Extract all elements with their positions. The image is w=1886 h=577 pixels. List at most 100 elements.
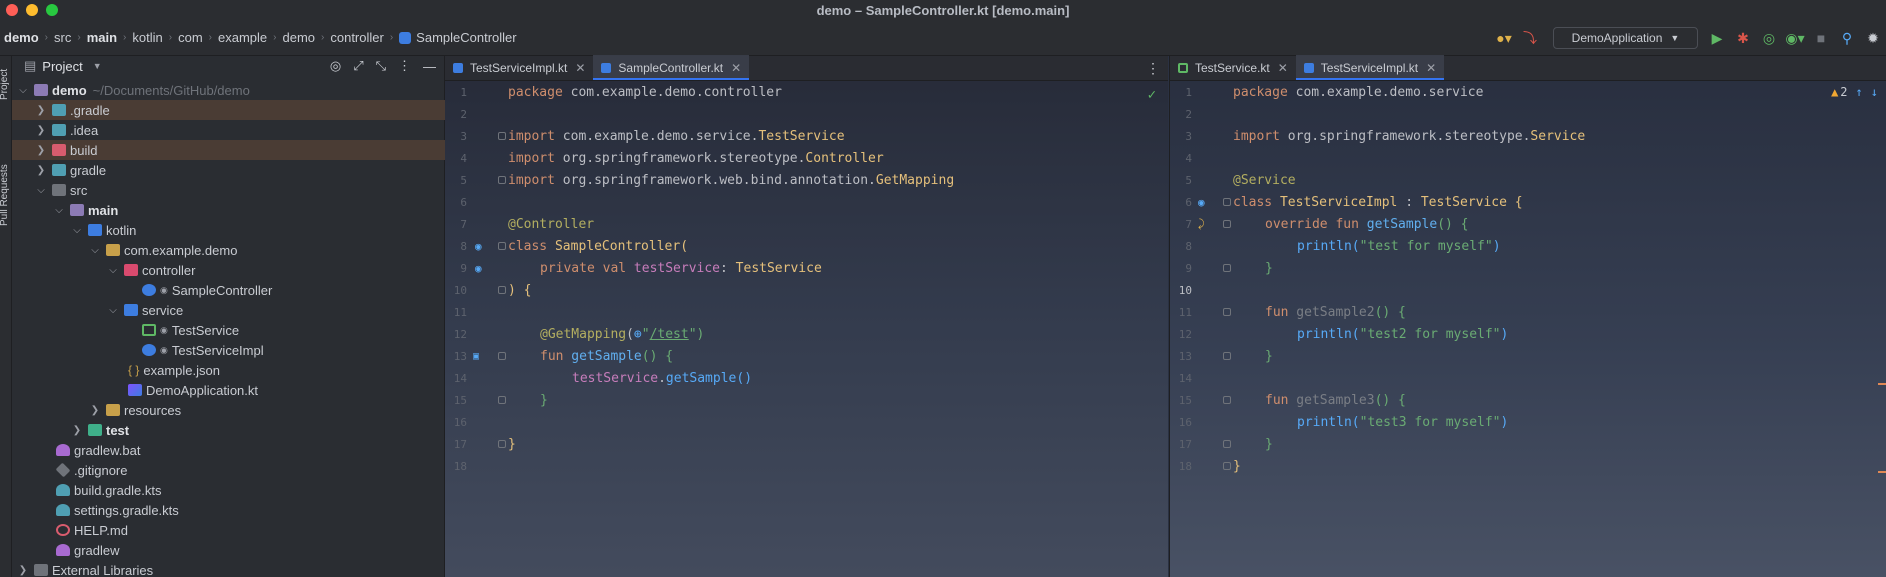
- breadcrumb-item[interactable]: controller: [330, 30, 383, 45]
- breadcrumb-item[interactable]: com: [178, 30, 203, 45]
- chevron-down-icon[interactable]: ⌵: [106, 305, 120, 316]
- breadcrumb-item[interactable]: src: [54, 30, 71, 45]
- chevron-down-icon[interactable]: ⌵: [88, 245, 102, 256]
- code-with-me-icon[interactable]: ●▾: [1491, 25, 1517, 51]
- tab-testservice[interactable]: TestService.kt ✕: [1170, 55, 1296, 80]
- fold-icon[interactable]: [498, 440, 506, 448]
- chevron-right-icon[interactable]: ❯: [34, 105, 48, 116]
- hide-panel-icon[interactable]: —: [423, 59, 436, 74]
- fold-icon[interactable]: [1223, 264, 1231, 272]
- bean-gutter-icon[interactable]: ◉: [475, 262, 482, 275]
- expand-all-icon[interactable]: ⤢: [353, 58, 363, 74]
- close-window-button[interactable]: [6, 4, 18, 16]
- tree-item-external-libraries[interactable]: ❯ External Libraries: [12, 560, 445, 577]
- debug-icon[interactable]: ✱: [1730, 25, 1756, 51]
- tree-item-idea[interactable]: ❯ .idea: [12, 120, 445, 140]
- close-icon[interactable]: ✕: [1426, 61, 1436, 75]
- fold-icon[interactable]: [498, 132, 506, 140]
- bean-gutter-icon[interactable]: ◉: [475, 240, 482, 253]
- breadcrumb-item[interactable]: kotlin: [132, 30, 162, 45]
- build-hammer-icon[interactable]: ⤵: [1517, 25, 1543, 51]
- tree-item-service[interactable]: ⌵ service: [12, 300, 445, 320]
- tree-item-example-json[interactable]: { } example.json: [12, 360, 445, 380]
- tree-item-test[interactable]: ❯ test: [12, 420, 445, 440]
- project-tool-button[interactable]: Project: [0, 69, 10, 100]
- chevron-down-icon[interactable]: ⌵: [34, 185, 48, 196]
- fold-icon[interactable]: [498, 176, 506, 184]
- settings-icon[interactable]: ✹: [1860, 25, 1886, 51]
- tree-item-package[interactable]: ⌵ com.example.demo: [12, 240, 445, 260]
- tree-item-demoapplication[interactable]: DemoApplication.kt: [12, 380, 445, 400]
- tree-item-samplecontroller[interactable]: ◉ SampleController: [12, 280, 445, 300]
- chevron-right-icon[interactable]: ❯: [34, 125, 48, 136]
- tree-item-gitignore[interactable]: .gitignore: [12, 460, 445, 480]
- bean-gutter-icon[interactable]: ◉: [1198, 196, 1205, 209]
- close-icon[interactable]: ✕: [575, 61, 585, 75]
- search-icon[interactable]: ⚲: [1834, 25, 1860, 51]
- chevron-right-icon[interactable]: ❯: [70, 425, 84, 436]
- profile-icon[interactable]: ◉▾: [1782, 25, 1808, 51]
- tab-testserviceimpl[interactable]: TestServiceImpl.kt ✕: [445, 55, 593, 80]
- tree-item-resources[interactable]: ❯ resources: [12, 400, 445, 420]
- fold-icon[interactable]: [1223, 440, 1231, 448]
- fold-icon[interactable]: [1223, 352, 1231, 360]
- close-icon[interactable]: ✕: [731, 61, 741, 75]
- fold-icon[interactable]: [1223, 396, 1231, 404]
- tree-item-testserviceimpl[interactable]: ◉ TestServiceImpl: [12, 340, 445, 360]
- breadcrumb-item[interactable]: main: [87, 30, 117, 45]
- endpoint-gutter-icon[interactable]: ▣: [473, 351, 479, 362]
- tree-item-settings-gradle[interactable]: settings.gradle.kts: [12, 500, 445, 520]
- chevron-right-icon[interactable]: ❯: [34, 145, 48, 156]
- breadcrumb-item[interactable]: SampleController: [416, 30, 516, 45]
- tree-item-controller[interactable]: ⌵ controller: [12, 260, 445, 280]
- stop-icon[interactable]: ■: [1808, 25, 1834, 51]
- chevron-down-icon[interactable]: ▼: [93, 61, 102, 71]
- code-token[interactable]: /test: [650, 327, 689, 342]
- fold-icon[interactable]: [1223, 462, 1231, 470]
- coverage-icon[interactable]: ◎: [1756, 25, 1782, 51]
- tree-item-build-gradle[interactable]: build.gradle.kts: [12, 480, 445, 500]
- pull-requests-tool-button[interactable]: Pull Requests: [0, 164, 10, 226]
- fold-icon[interactable]: [498, 352, 506, 360]
- tree-item-gradlew-bat[interactable]: gradlew.bat: [12, 440, 445, 460]
- options-icon[interactable]: ⋮: [398, 58, 411, 74]
- fold-icon[interactable]: [1223, 220, 1231, 228]
- implements-gutter-icon[interactable]: ⤸: [1198, 217, 1205, 231]
- fold-icon[interactable]: [498, 396, 506, 404]
- breadcrumb-item[interactable]: demo: [282, 30, 315, 45]
- chevron-right-icon[interactable]: ❯: [16, 565, 30, 576]
- tab-options-icon[interactable]: ⋮: [1146, 60, 1160, 77]
- tree-item-src[interactable]: ⌵ src: [12, 180, 445, 200]
- tree-item-gradle-dir[interactable]: ❯ .gradle: [12, 100, 445, 120]
- chevron-down-icon[interactable]: ⌵: [52, 205, 66, 216]
- fold-icon[interactable]: [1223, 308, 1231, 316]
- run-icon[interactable]: ▶: [1704, 25, 1730, 51]
- code-area[interactable]: ▲ 2 ↑ ↓ 1 package com.example.demo.servic…: [1170, 81, 1886, 577]
- web-endpoint-icon[interactable]: ⊕: [634, 327, 642, 342]
- tree-item-main[interactable]: ⌵ main: [12, 200, 445, 220]
- minimize-window-button[interactable]: [26, 4, 38, 16]
- fold-icon[interactable]: [1223, 198, 1231, 206]
- chevron-down-icon[interactable]: ⌵: [70, 225, 84, 236]
- chevron-down-icon[interactable]: ⌵: [106, 265, 120, 276]
- tab-testserviceimpl[interactable]: TestServiceImpl.kt ✕: [1295, 55, 1445, 80]
- tree-item-help-md[interactable]: HELP.md: [12, 520, 445, 540]
- fold-icon[interactable]: [498, 286, 506, 294]
- project-panel-title[interactable]: Project: [42, 59, 82, 74]
- tree-item-testservice[interactable]: ◉ TestService: [12, 320, 445, 340]
- tree-item-demo[interactable]: ⌵ demo ~/Documents/GitHub/demo: [12, 80, 445, 100]
- tree-item-gradle[interactable]: ❯ gradle: [12, 160, 445, 180]
- chevron-down-icon[interactable]: ⌵: [16, 85, 30, 96]
- maximize-window-button[interactable]: [46, 4, 58, 16]
- fold-icon[interactable]: [498, 242, 506, 250]
- close-icon[interactable]: ✕: [1278, 61, 1288, 75]
- collapse-all-icon[interactable]: ⤡: [376, 58, 386, 74]
- chevron-right-icon[interactable]: ❯: [88, 405, 102, 416]
- chevron-right-icon[interactable]: ❯: [34, 165, 48, 176]
- tree-item-kotlin[interactable]: ⌵ kotlin: [12, 220, 445, 240]
- tab-samplecontroller[interactable]: SampleController.kt ✕: [593, 55, 750, 80]
- tree-item-build[interactable]: ❯ build: [12, 140, 445, 160]
- tree-item-gradlew[interactable]: gradlew: [12, 540, 445, 560]
- locate-icon[interactable]: ◎: [330, 58, 341, 74]
- breadcrumb-item[interactable]: example: [218, 30, 267, 45]
